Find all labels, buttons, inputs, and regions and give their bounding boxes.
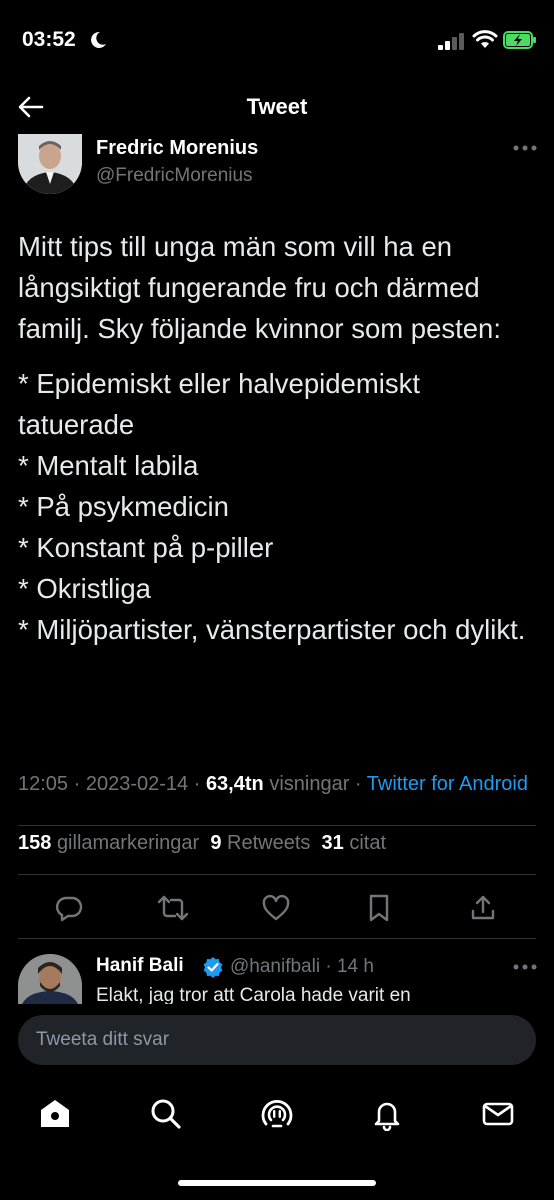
reply-button[interactable] bbox=[51, 890, 87, 926]
tweet-paragraph: Mitt tips till unga män som vill ha en l… bbox=[18, 231, 501, 344]
moon-icon bbox=[91, 31, 106, 48]
reply-text: Elakt, jag tror att Carola hade varit en bbox=[96, 985, 411, 1005]
reply-author-name[interactable]: Hanif Bali bbox=[96, 955, 184, 977]
top-header: Tweet bbox=[0, 80, 554, 136]
nav-home-button[interactable] bbox=[37, 1096, 73, 1132]
signal-icon bbox=[438, 33, 464, 50]
reply-more-options-icon[interactable] bbox=[512, 963, 538, 971]
bookmark-icon bbox=[369, 894, 389, 922]
likes-count: 158 bbox=[18, 832, 52, 854]
views-count[interactable]: 63,4tn bbox=[206, 773, 264, 795]
like-button[interactable] bbox=[258, 890, 294, 926]
nav-search-button[interactable] bbox=[148, 1096, 184, 1132]
more-options-icon[interactable] bbox=[512, 144, 538, 152]
messages-icon bbox=[482, 1102, 514, 1126]
tweet-list-item: * Konstant på p-piller bbox=[18, 532, 274, 563]
home-indicator[interactable] bbox=[178, 1180, 376, 1186]
reply-time: 14 h bbox=[336, 956, 374, 977]
tweet-date[interactable]: 2023-02-14 bbox=[86, 773, 188, 795]
tweet-meta: 12:05 · 2023-02-14 · 63,4tn visningar · … bbox=[18, 773, 528, 795]
tweet-list-item: * Mentalt labila bbox=[18, 450, 199, 481]
reply-icon bbox=[55, 896, 83, 922]
likes-stat[interactable]: 158 gillamarkeringar bbox=[18, 832, 199, 854]
verified-badge-icon bbox=[203, 957, 223, 978]
likes-label: gillamarkeringar bbox=[56, 832, 200, 854]
nav-notifications-button[interactable] bbox=[369, 1096, 405, 1132]
retweets-stat[interactable]: 9 Retweets bbox=[210, 832, 310, 854]
author-name[interactable]: Fredric Morenius bbox=[96, 137, 258, 160]
status-bar: 03:52 bbox=[0, 0, 554, 80]
retweets-label: Retweets bbox=[227, 832, 311, 854]
battery-charging-icon bbox=[503, 31, 536, 49]
retweets-count: 9 bbox=[210, 832, 222, 854]
reply-author-avatar[interactable] bbox=[18, 954, 82, 1004]
reply-author-handle[interactable]: @hanifbali bbox=[230, 956, 320, 977]
bookmark-button[interactable] bbox=[361, 890, 397, 926]
tweet-stats: 158 gillamarkeringar 9 Retweets 31 citat bbox=[18, 832, 386, 855]
author-avatar[interactable] bbox=[18, 134, 82, 194]
tweet-list-item: * Okristliga bbox=[18, 573, 151, 604]
page-title: Tweet bbox=[246, 94, 308, 119]
share-button[interactable] bbox=[465, 890, 501, 926]
nav-spaces-button[interactable] bbox=[259, 1096, 295, 1132]
search-icon bbox=[151, 1099, 181, 1129]
retweet-icon bbox=[157, 895, 189, 921]
tweet-time[interactable]: 12:05 bbox=[18, 773, 68, 795]
quotes-label: citat bbox=[349, 832, 387, 854]
wifi-icon bbox=[472, 30, 498, 48]
tweet-source-link[interactable]: Twitter for Android bbox=[367, 773, 528, 795]
share-icon bbox=[471, 895, 495, 920]
tweet-list-item: * Miljöpartister, vänsterpartister och d… bbox=[18, 614, 526, 645]
quotes-count: 31 bbox=[321, 832, 344, 854]
retweet-button[interactable] bbox=[155, 890, 191, 926]
status-time: 03:52 bbox=[22, 28, 76, 51]
like-icon bbox=[262, 894, 290, 921]
tweet-list-item: * Epidemiskt eller halvepidemiskt tatuer… bbox=[18, 368, 420, 440]
author-handle[interactable]: @FredricMorenius bbox=[96, 165, 253, 187]
tweet-body: Mitt tips till unga män som vill ha en l… bbox=[18, 226, 538, 650]
tweet-list-item: * På psykmedicin bbox=[18, 491, 229, 522]
views-label: visningar bbox=[269, 773, 350, 795]
reply-meta: @hanifbali · 14 h bbox=[230, 956, 374, 977]
divider bbox=[18, 825, 536, 826]
nav-messages-button[interactable] bbox=[480, 1096, 516, 1132]
reply-compose-input[interactable] bbox=[18, 1015, 536, 1065]
home-icon bbox=[41, 1100, 69, 1127]
divider bbox=[18, 938, 536, 939]
notifications-icon bbox=[374, 1102, 400, 1131]
spaces-icon bbox=[261, 1100, 293, 1128]
tweet-list: * Epidemiskt eller halvepidemiskt tatuer… bbox=[18, 363, 538, 650]
tweet-actions bbox=[0, 890, 554, 926]
quotes-stat[interactable]: 31 citat bbox=[322, 832, 387, 854]
divider bbox=[18, 874, 536, 875]
